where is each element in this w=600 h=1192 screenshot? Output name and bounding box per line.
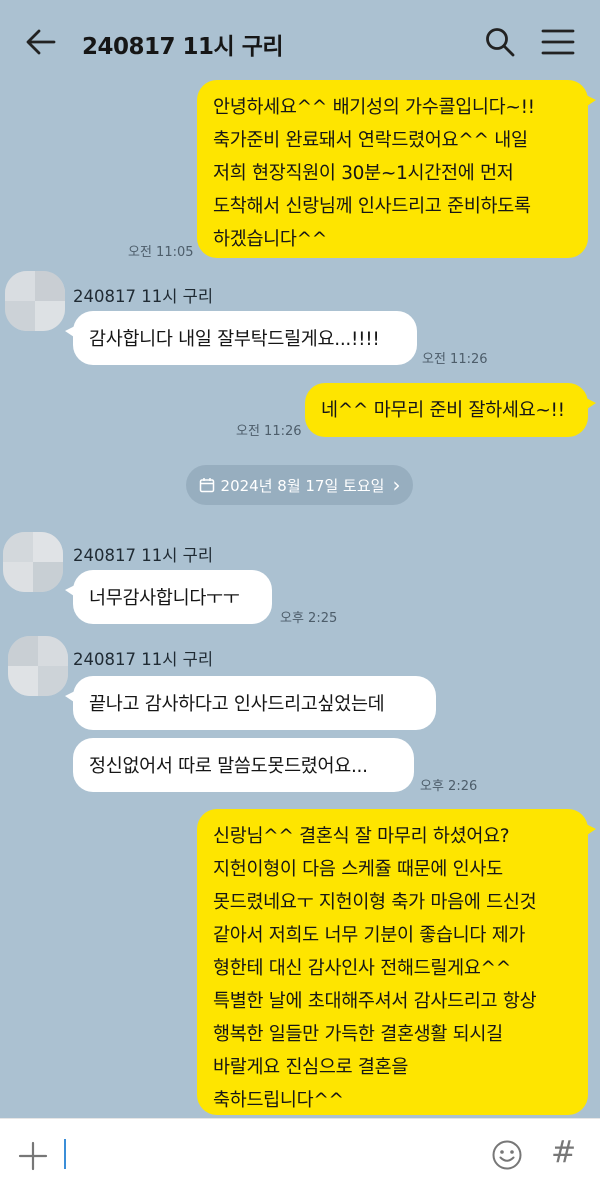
sender-name: 240817 11시 구리 (73, 287, 214, 306)
plus-icon[interactable] (18, 1141, 48, 1171)
my-message-bubble[interactable]: 신랑님^^ 결혼식 잘 마무리 하셨어요? 지헌이형이 다음 스케쥴 때문에 인… (197, 809, 596, 1115)
my-message-bubble[interactable]: 네^^ 마무리 준비 잘하세요~!! (305, 383, 596, 437)
avatar[interactable] (3, 532, 63, 592)
sender-name: 240817 11시 구리 (73, 650, 214, 669)
avatar[interactable] (5, 271, 65, 331)
message-input[interactable] (64, 1139, 66, 1169)
message-time: 오전 11:26 (236, 424, 302, 439)
their-message-bubble[interactable]: 너무감사합니다ㅜㅜ (65, 570, 272, 624)
chat-header: 240817 11시 구리 (0, 0, 600, 86)
search-icon[interactable] (484, 26, 516, 58)
chat-title: 240817 11시 구리 (82, 34, 284, 60)
their-message-bubble[interactable]: 끝나고 감사하다고 인사드리고싶었는데 (65, 676, 436, 730)
message-time: 오전 11:05 (128, 245, 194, 260)
their-message-bubble[interactable]: 정신없어서 따로 말씀도못드렸어요... (73, 738, 414, 792)
date-divider-label: 2024년 8월 17일 토요일 (220, 476, 385, 495)
message-input-bar: # (0, 1118, 600, 1192)
emoji-icon[interactable] (491, 1139, 523, 1171)
date-divider[interactable]: 2024년 8월 17일 토요일 › (186, 465, 413, 505)
message-time: 오후 2:26 (420, 779, 478, 794)
calendar-icon (199, 478, 214, 493)
sender-name: 240817 11시 구리 (73, 546, 214, 565)
chevron-right-icon: › (392, 473, 401, 497)
hamburger-menu-icon[interactable] (540, 28, 576, 56)
their-message-bubble[interactable]: 감사합니다 내일 잘부탁드릴게요...!!!! (65, 311, 417, 365)
my-message-bubble[interactable]: 안녕하세요^^ 배기성의 가수콜입니다~!! 축가준비 완료돼서 연락드렸어요^… (197, 80, 596, 258)
message-time: 오후 2:25 (280, 611, 338, 626)
message-time: 오전 11:26 (422, 352, 488, 367)
arrow-left-icon[interactable] (24, 26, 58, 58)
avatar[interactable] (8, 636, 68, 696)
hashtag-button[interactable]: # (551, 1135, 576, 1170)
